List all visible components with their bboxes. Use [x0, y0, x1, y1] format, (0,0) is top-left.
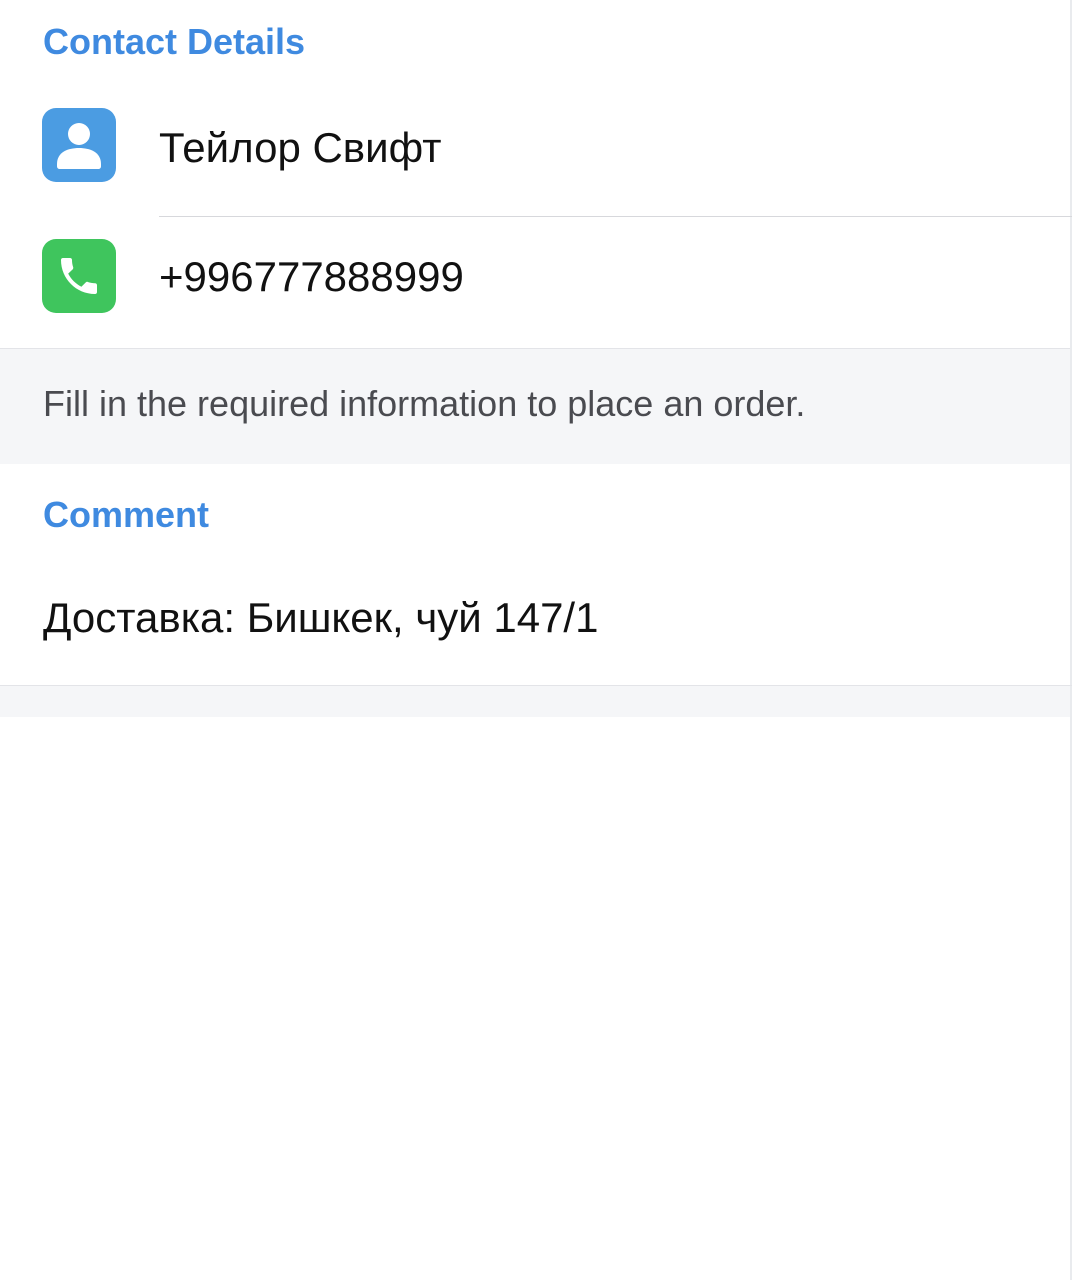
- contact-details-header: Contact Details: [43, 21, 306, 62]
- comment-value: Доставка: Бишкек, чуй 147/1: [43, 594, 599, 641]
- comment-header: Comment: [43, 494, 210, 535]
- person-icon: [42, 108, 116, 182]
- contact-name-value: Тейлор Свифт: [159, 124, 442, 171]
- contact-phone-row[interactable]: +996777888999: [0, 217, 1072, 348]
- comment-section: Comment Доставка: Бишкек, чуй 147/1: [0, 464, 1072, 686]
- contact-details-section: Contact Details Тейлор Свифт +9967778889…: [0, 0, 1072, 348]
- comment-field[interactable]: Доставка: Бишкек, чуй 147/1: [0, 554, 1072, 686]
- order-info-text: Fill in the required information to plac…: [0, 348, 1072, 464]
- bottom-divider-strip: [0, 686, 1072, 717]
- contact-name-row[interactable]: Тейлор Свифт: [0, 86, 1072, 217]
- phone-icon: [42, 239, 116, 313]
- contact-phone-value: +996777888999: [159, 253, 464, 300]
